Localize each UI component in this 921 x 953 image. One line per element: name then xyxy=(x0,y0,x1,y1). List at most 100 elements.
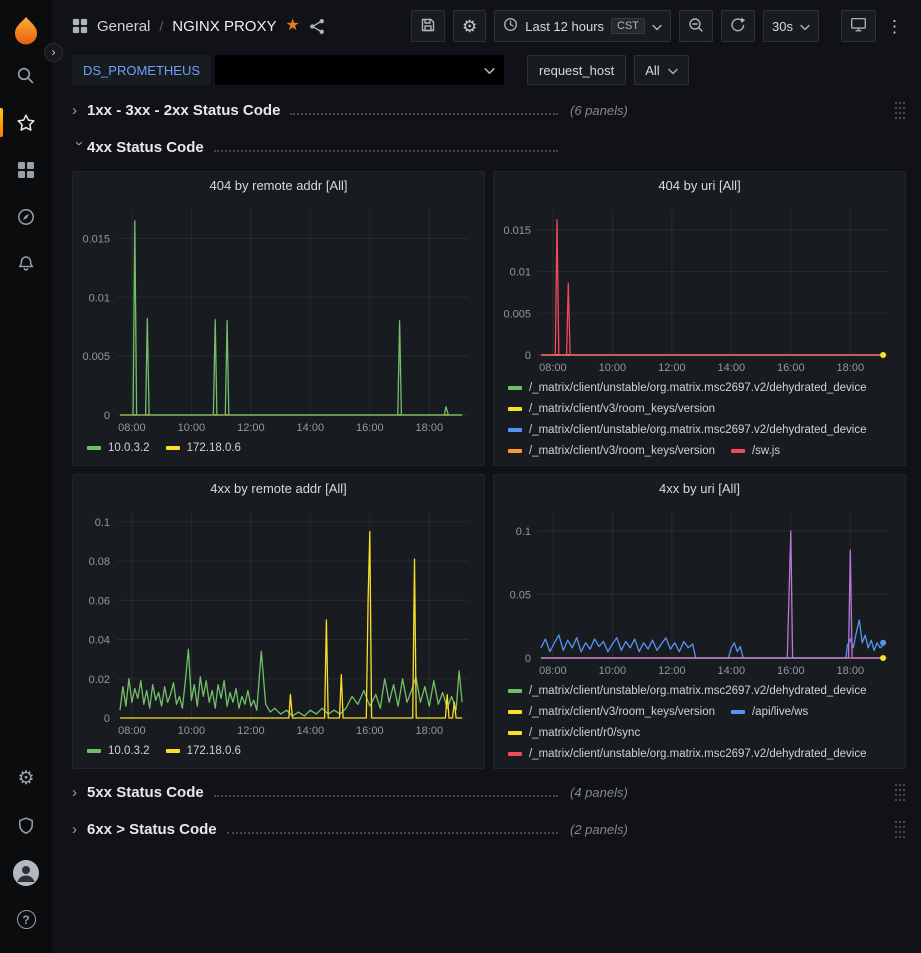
legend-series-swatch xyxy=(508,710,522,714)
row-drag-handle[interactable] xyxy=(894,782,906,802)
panel-404-by-remote-addr: 404 by remote addr [All] 00.0050.010.015… xyxy=(72,171,485,466)
svg-text:14:00: 14:00 xyxy=(297,422,325,434)
clock-icon xyxy=(503,17,518,35)
row-header-5xx[interactable]: › 5xx Status Code (4 panels) xyxy=(72,778,906,806)
legend-item[interactable]: /_matrix/client/v3/room_keys/version xyxy=(508,442,715,460)
sidebar-item-help[interactable]: ? xyxy=(0,896,52,943)
legend-item[interactable]: 10.0.3.2 xyxy=(87,439,150,457)
panel-4xx-by-remote-addr: 4xx by remote addr [All] 00.020.040.060.… xyxy=(72,474,485,769)
svg-text:14:00: 14:00 xyxy=(718,362,746,374)
svg-text:16:00: 16:00 xyxy=(356,422,384,434)
row-header-6xx[interactable]: › 6xx > Status Code (2 panels) xyxy=(72,815,906,843)
sidebar-item-configuration[interactable]: ⚙ xyxy=(0,755,52,802)
row-drag-handle[interactable] xyxy=(894,100,906,120)
sidebar-item-explore[interactable] xyxy=(0,193,52,240)
datasource-variable-select[interactable] xyxy=(215,55,504,85)
row-header-1xx-3xx-2xx[interactable]: › 1xx - 3xx - 2xx Status Code (6 panels) xyxy=(72,96,906,124)
grafana-logo-icon[interactable] xyxy=(0,8,52,52)
refresh-button[interactable] xyxy=(721,10,755,42)
share-icon[interactable] xyxy=(309,18,326,35)
svg-text:14:00: 14:00 xyxy=(297,725,325,737)
legend-item[interactable]: /_matrix/client/unstable/org.matrix.msc2… xyxy=(508,745,867,763)
row-title: 1xx - 3xx - 2xx Status Code xyxy=(87,102,280,119)
row-title: 6xx > Status Code xyxy=(87,821,217,838)
row-header-left: › 1xx - 3xx - 2xx Status Code xyxy=(72,102,558,119)
legend-series-swatch xyxy=(508,407,522,411)
svg-text:0.015: 0.015 xyxy=(503,225,531,237)
legend-item[interactable]: 172.18.0.6 xyxy=(166,742,241,760)
gear-icon: ⚙ xyxy=(462,18,477,35)
sidebar-item-profile[interactable] xyxy=(0,849,52,896)
save-dashboard-button[interactable] xyxy=(411,10,445,42)
more-options-button[interactable]: ⋮ xyxy=(884,10,905,42)
sidebar-expand-toggle[interactable]: › xyxy=(44,43,63,62)
panel-legend: 10.0.3.2 172.18.0.6 xyxy=(73,437,484,465)
variables-row: DS_PROMETHEUS request_host All xyxy=(52,52,921,88)
row-dotted-leader xyxy=(214,787,558,797)
legend-series-swatch xyxy=(508,428,522,432)
panel-chart[interactable]: 00.020.040.060.080.108:0010:0012:0014:00… xyxy=(73,502,484,740)
dashboard-settings-button[interactable]: ⚙ xyxy=(453,10,486,42)
refresh-interval-label: 30s xyxy=(772,19,793,34)
question-circle-icon: ? xyxy=(17,910,36,929)
row-title: 5xx Status Code xyxy=(87,784,204,801)
request-host-variable-select[interactable]: All xyxy=(634,55,688,85)
refresh-interval-picker[interactable]: 30s xyxy=(763,10,819,42)
panel-chart[interactable]: 00.0050.010.01508:0010:0012:0014:0016:00… xyxy=(494,199,905,377)
legend-series-label: /_matrix/client/unstable/org.matrix.msc2… xyxy=(529,421,867,439)
favorite-star-icon[interactable]: ★ xyxy=(285,18,299,34)
sidebar-item-search[interactable] xyxy=(0,52,52,99)
panel-title[interactable]: 404 by uri [All] xyxy=(494,172,905,199)
legend-item[interactable]: /_matrix/client/unstable/org.matrix.msc2… xyxy=(508,379,867,397)
svg-text:18:00: 18:00 xyxy=(416,422,444,434)
row-header-4xx[interactable]: › 4xx Status Code xyxy=(72,133,906,161)
panel-title[interactable]: 4xx by remote addr [All] xyxy=(73,475,484,502)
legend-series-swatch xyxy=(508,689,522,693)
request-host-variable-label: request_host xyxy=(527,55,626,85)
sidebar-item-dashboards[interactable] xyxy=(0,146,52,193)
row-panel-count: (4 panels) xyxy=(570,785,628,800)
legend-item[interactable]: /_matrix/client/r0/sync xyxy=(508,724,640,742)
legend-item[interactable]: 172.18.0.6 xyxy=(166,439,241,457)
time-range-picker[interactable]: Last 12 hours CST xyxy=(494,10,671,42)
dashboard-content: › 1xx - 3xx - 2xx Status Code (6 panels)… xyxy=(52,88,921,953)
panel-title[interactable]: 404 by remote addr [All] xyxy=(73,172,484,199)
zoom-out-time-button[interactable] xyxy=(679,10,713,42)
breadcrumb-folder[interactable]: General xyxy=(97,18,150,35)
svg-text:12:00: 12:00 xyxy=(237,725,265,737)
chevron-down-icon: › xyxy=(71,141,88,156)
row-header-left: › 6xx > Status Code xyxy=(72,821,558,838)
gear-icon: ⚙ xyxy=(17,769,34,788)
legend-series-label: 172.18.0.6 xyxy=(187,742,241,760)
legend-item[interactable]: /api/live/ws xyxy=(731,703,808,721)
chevron-down-icon xyxy=(668,63,678,78)
sidebar-item-server-admin[interactable] xyxy=(0,802,52,849)
panel-title[interactable]: 4xx by uri [All] xyxy=(494,475,905,502)
row-drag-handle[interactable] xyxy=(894,819,906,839)
legend-item[interactable]: /sw.js xyxy=(731,442,780,460)
legend-series-label: /api/live/ws xyxy=(752,703,808,721)
tv-mode-button[interactable] xyxy=(841,10,876,42)
breadcrumb-dashboard-title[interactable]: NGINX PROXY xyxy=(172,18,276,35)
legend-item[interactable]: /_matrix/client/unstable/org.matrix.msc2… xyxy=(508,682,867,700)
row-header-left: › 5xx Status Code xyxy=(72,784,558,801)
sidebar-item-starred[interactable] xyxy=(0,99,52,146)
save-icon xyxy=(420,17,436,36)
svg-text:0.08: 0.08 xyxy=(89,556,110,568)
chevron-right-icon: › xyxy=(72,784,87,801)
svg-text:12:00: 12:00 xyxy=(658,665,686,677)
star-icon xyxy=(16,113,36,133)
svg-text:08:00: 08:00 xyxy=(539,665,567,677)
legend-item[interactable]: /_matrix/client/v3/room_keys/version xyxy=(508,703,715,721)
legend-item[interactable]: 10.0.3.2 xyxy=(87,742,150,760)
row-dotted-leader xyxy=(214,142,558,152)
svg-text:16:00: 16:00 xyxy=(356,725,384,737)
svg-text:08:00: 08:00 xyxy=(118,725,146,737)
panel-chart[interactable]: 00.050.108:0010:0012:0014:0016:0018:00 xyxy=(494,502,905,680)
breadcrumb-separator: / xyxy=(159,18,163,34)
sidebar-item-alerting[interactable] xyxy=(0,240,52,287)
legend-item[interactable]: /_matrix/client/v3/room_keys/version xyxy=(508,400,715,418)
chevron-right-icon: › xyxy=(72,102,87,119)
legend-item[interactable]: /_matrix/client/unstable/org.matrix.msc2… xyxy=(508,421,867,439)
panel-chart[interactable]: 00.0050.010.01508:0010:0012:0014:0016:00… xyxy=(73,199,484,437)
